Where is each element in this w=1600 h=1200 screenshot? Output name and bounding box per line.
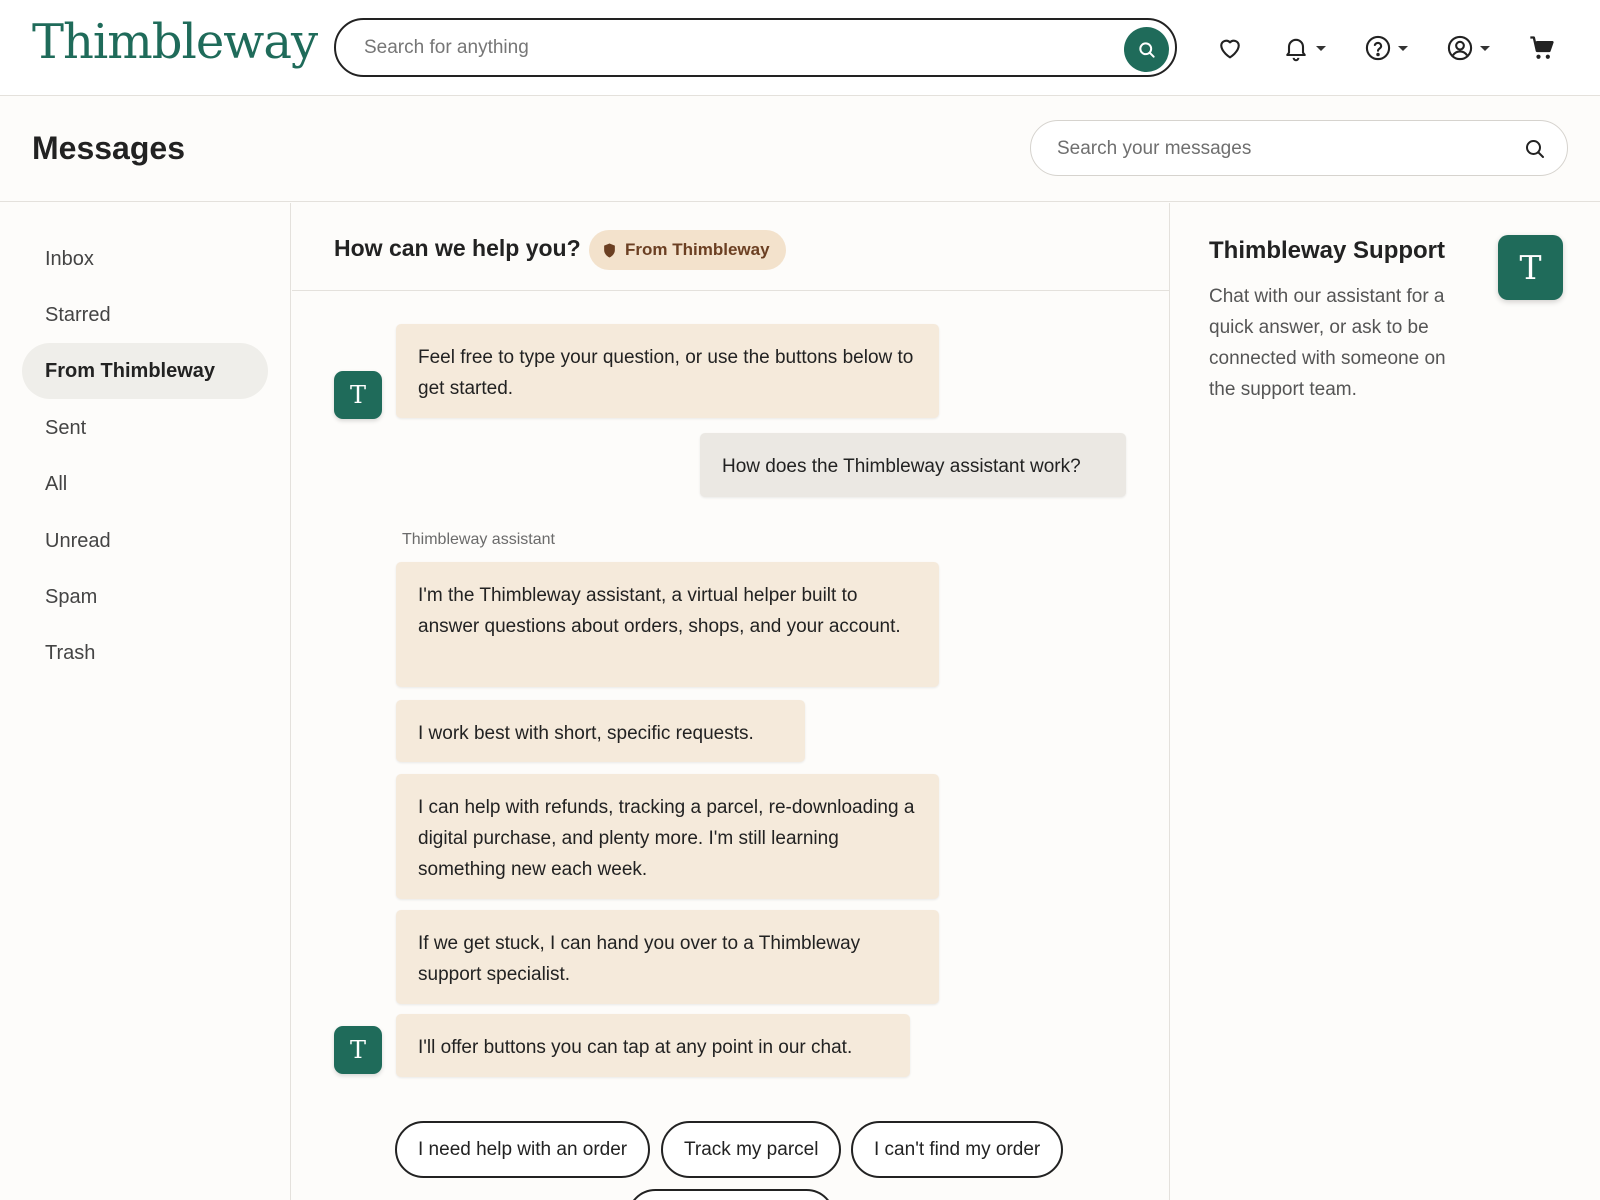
quick-reply-cant-find-order[interactable]: I can't find my order — [851, 1121, 1064, 1178]
cart-button[interactable] — [1528, 30, 1556, 66]
support-avatar: T — [1498, 235, 1563, 300]
search-icon — [1138, 41, 1155, 58]
assistant-message: I'm the Thimbleway assistant, a virtual … — [396, 562, 939, 687]
support-name: Thimbleway Support — [1209, 237, 1446, 264]
account-button[interactable] — [1446, 30, 1490, 66]
sidebar-item-all[interactable]: All — [22, 456, 268, 512]
conversation-header: How can we help you? From Thimbleway — [292, 203, 1170, 291]
messages-title-bar: Messages — [0, 96, 1600, 202]
sidebar-item-unread[interactable]: Unread — [22, 513, 268, 569]
heart-icon — [1220, 39, 1240, 59]
from-thimbleway-badge: From Thimbleway — [589, 230, 786, 270]
shield-icon — [604, 243, 615, 257]
chevron-down-icon — [1398, 45, 1408, 51]
assistant-avatar: T — [334, 371, 382, 419]
favorites-button[interactable] — [1216, 30, 1244, 66]
sidebar-item-trash[interactable]: Trash — [22, 625, 268, 681]
message-search-bar — [1030, 120, 1568, 176]
account-icon — [1447, 35, 1473, 61]
chevron-down-icon — [1480, 45, 1490, 51]
support-info-panel: Thimbleway Support Chat with our assista… — [1171, 203, 1600, 1200]
user-message: How does the Thimbleway assistant work? — [700, 433, 1126, 497]
assistant-message: I can help with refunds, tracking a parc… — [396, 774, 939, 899]
folder-sidebar: Inbox Starred From Thimbleway Sent All U… — [0, 203, 291, 1200]
badge-label: From Thimbleway — [625, 240, 770, 259]
sender-label: Thimbleway assistant — [402, 531, 555, 548]
assistant-message: Feel free to type your question, or use … — [396, 324, 939, 418]
assistant-message: If we get stuck, I can hand you over to … — [396, 910, 939, 1004]
top-header: Thimbleway — [0, 0, 1600, 96]
quick-reply-help-with-order[interactable]: I need help with an order — [395, 1121, 651, 1178]
sidebar-item-spam[interactable]: Spam — [22, 569, 268, 625]
global-search-input[interactable] — [364, 34, 1084, 62]
sidebar-item-sent[interactable]: Sent — [22, 400, 268, 456]
search-submit-button[interactable] — [1124, 27, 1169, 72]
sidebar-item-inbox[interactable]: Inbox — [22, 231, 268, 287]
help-icon — [1365, 35, 1391, 61]
help-button[interactable] — [1364, 30, 1408, 66]
bell-icon — [1286, 38, 1306, 62]
notifications-button[interactable] — [1282, 30, 1326, 66]
assistant-avatar: T — [334, 1026, 382, 1074]
message-search-input[interactable] — [1057, 135, 1497, 163]
quick-reply-track-parcel[interactable]: Track my parcel — [661, 1121, 842, 1178]
global-search-bar — [334, 18, 1177, 77]
sidebar-item-from-thimbleway[interactable]: From Thimbleway — [22, 343, 268, 399]
conversation-title: How can we help you? — [334, 235, 581, 261]
chevron-down-icon — [1316, 45, 1326, 51]
quick-reply-more[interactable] — [627, 1189, 835, 1200]
page-title: Messages — [32, 130, 185, 166]
search-icon[interactable] — [1523, 137, 1547, 161]
assistant-message: I work best with short, specific request… — [396, 700, 805, 762]
conversation-pane: How can we help you? From Thimbleway T F… — [292, 203, 1170, 1200]
sidebar-item-starred[interactable]: Starred — [22, 287, 268, 343]
logo[interactable]: Thimbleway — [32, 14, 318, 70]
cart-icon — [1530, 36, 1554, 59]
assistant-message: I'll offer buttons you can tap at any po… — [396, 1014, 910, 1077]
support-description: Chat with our assistant for a quick answ… — [1209, 286, 1446, 400]
